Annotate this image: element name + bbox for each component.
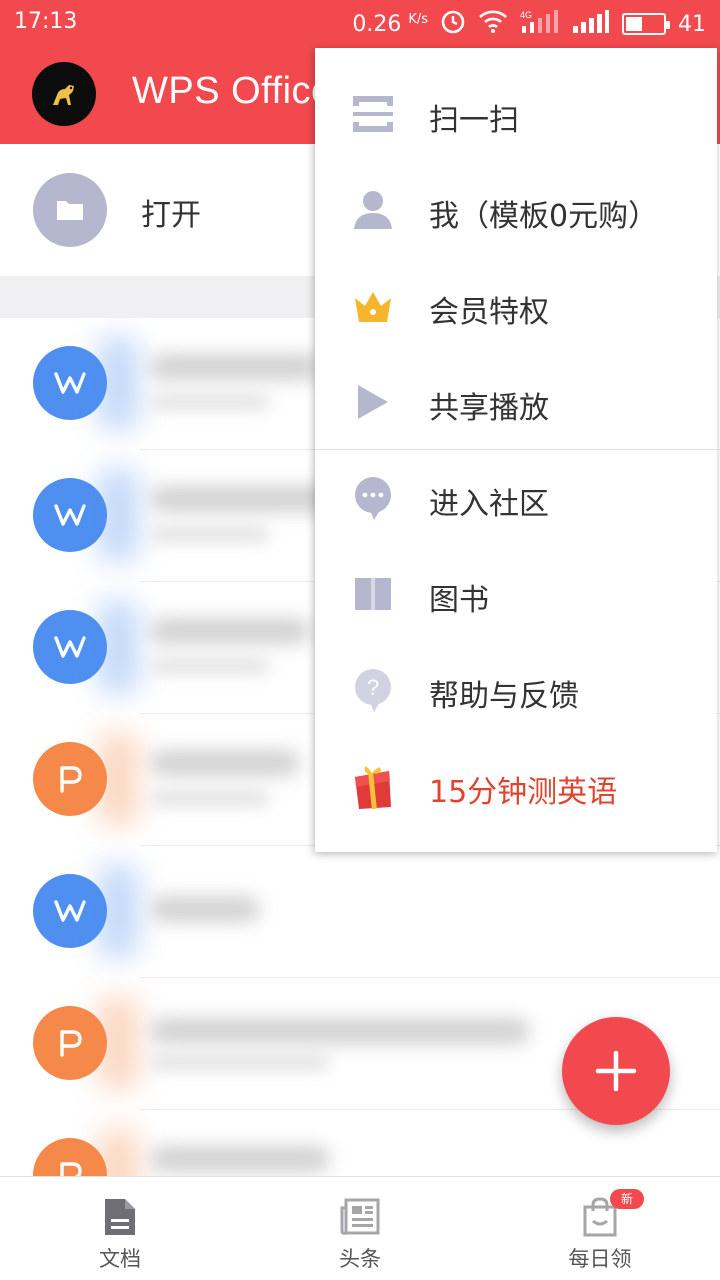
app-title: WPS Office [132,70,333,112]
menu-item-me[interactable]: 我（模板0元购） [315,162,717,258]
plus-icon [595,1050,637,1092]
status-indicators: 0.26 K/s 4G 41 [352,8,706,40]
signal-4g-icon: 4G [520,9,560,39]
menu-item-membership-label: 会员特权 [429,295,549,330]
wps-home-screen: 17:13 0.26 K/s 4G 41 WPS Office 打开 文档 头条… [0,0,720,1280]
overflow-menu: 扫一扫 我（模板0元购） 会员特权 共享播放 进入社区 图书 ? 帮助与反馈 1… [315,48,717,852]
word-doc-icon [33,610,107,684]
folder-icon [57,201,83,220]
document-icon [100,1197,140,1237]
nav-daily-rewards[interactable]: 新 每日领 [540,1177,660,1280]
chat-bubble-icon [347,474,399,522]
file-meta-blurred [150,526,270,542]
open-label: 打开 [141,198,201,233]
menu-item-community[interactable]: 进入社区 [315,450,717,546]
file-name-blurred [150,750,300,776]
nav-documents-label: 文档 [99,1247,141,1271]
play-icon [347,378,399,426]
file-name-blurred [150,896,260,922]
menu-item-membership[interactable]: 会员特权 [315,258,717,354]
nav-daily-rewards-label: 每日领 [568,1247,632,1271]
file-name-blurred [150,1146,330,1172]
battery-icon [622,13,670,35]
file-meta-blurred [150,790,270,806]
file-name-blurred [150,354,320,380]
network-speed: 0.26 K/s [352,12,428,37]
menu-item-help-feedback[interactable]: ? 帮助与反馈 [315,642,717,738]
network-speed-value: 0.26 [352,11,402,37]
user-icon [347,186,399,234]
file-name-blurred [150,618,310,644]
menu-item-books-label: 图书 [429,583,489,618]
menu-item-me-label: 我（模板0元购） [429,199,659,234]
svg-text:?: ? [367,675,379,700]
bottom-navigation: 文档 头条 新 每日领 [0,1176,720,1280]
gift-icon [347,762,399,810]
ppt-doc-icon [33,1006,107,1080]
crown-icon [347,282,399,330]
signal-bars-icon [572,9,610,39]
network-type-label: 4G [520,10,532,20]
menu-item-help-feedback-label: 帮助与反馈 [429,679,579,714]
menu-item-scan[interactable]: 扫一扫 [315,66,717,162]
menu-item-scan-label: 扫一扫 [429,103,519,138]
dog-avatar-icon [53,85,74,105]
nav-documents[interactable]: 文档 [60,1177,180,1280]
news-icon [340,1197,380,1237]
create-new-button[interactable] [562,1017,670,1125]
network-speed-unit: K/s [408,11,428,27]
ppt-doc-icon [33,742,107,816]
alarm-icon [440,8,466,40]
ppt-doc-icon [33,1138,107,1176]
avatar[interactable] [32,62,96,126]
word-doc-icon [33,478,107,552]
menu-item-english-test[interactable]: 15分钟测英语 [315,738,717,834]
menu-item-share-play[interactable]: 共享播放 [315,354,717,450]
menu-item-books[interactable]: 图书 [315,546,717,642]
menu-item-english-test-label: 15分钟测英语 [429,775,618,810]
file-meta-blurred [150,1054,330,1070]
help-icon: ? [347,666,399,714]
file-row[interactable] [0,846,720,978]
status-bar: 17:13 0.26 K/s 4G 41 [0,0,720,46]
nav-news-label: 头条 [339,1247,381,1271]
menu-item-share-play-label: 共享播放 [429,391,549,426]
file-meta-blurred [150,394,270,410]
file-meta-blurred [150,658,270,674]
word-doc-icon [33,346,107,420]
nav-news[interactable]: 头条 [300,1177,420,1280]
open-folder-button[interactable] [33,173,107,247]
word-doc-icon [33,874,107,948]
scan-icon [347,90,399,138]
battery-level: 41 [678,11,706,37]
file-name-blurred [150,1018,530,1044]
menu-item-community-label: 进入社区 [429,487,549,522]
wifi-icon [478,9,508,39]
book-icon [347,570,399,618]
new-badge: 新 [610,1189,644,1209]
status-time: 17:13 [14,9,78,34]
